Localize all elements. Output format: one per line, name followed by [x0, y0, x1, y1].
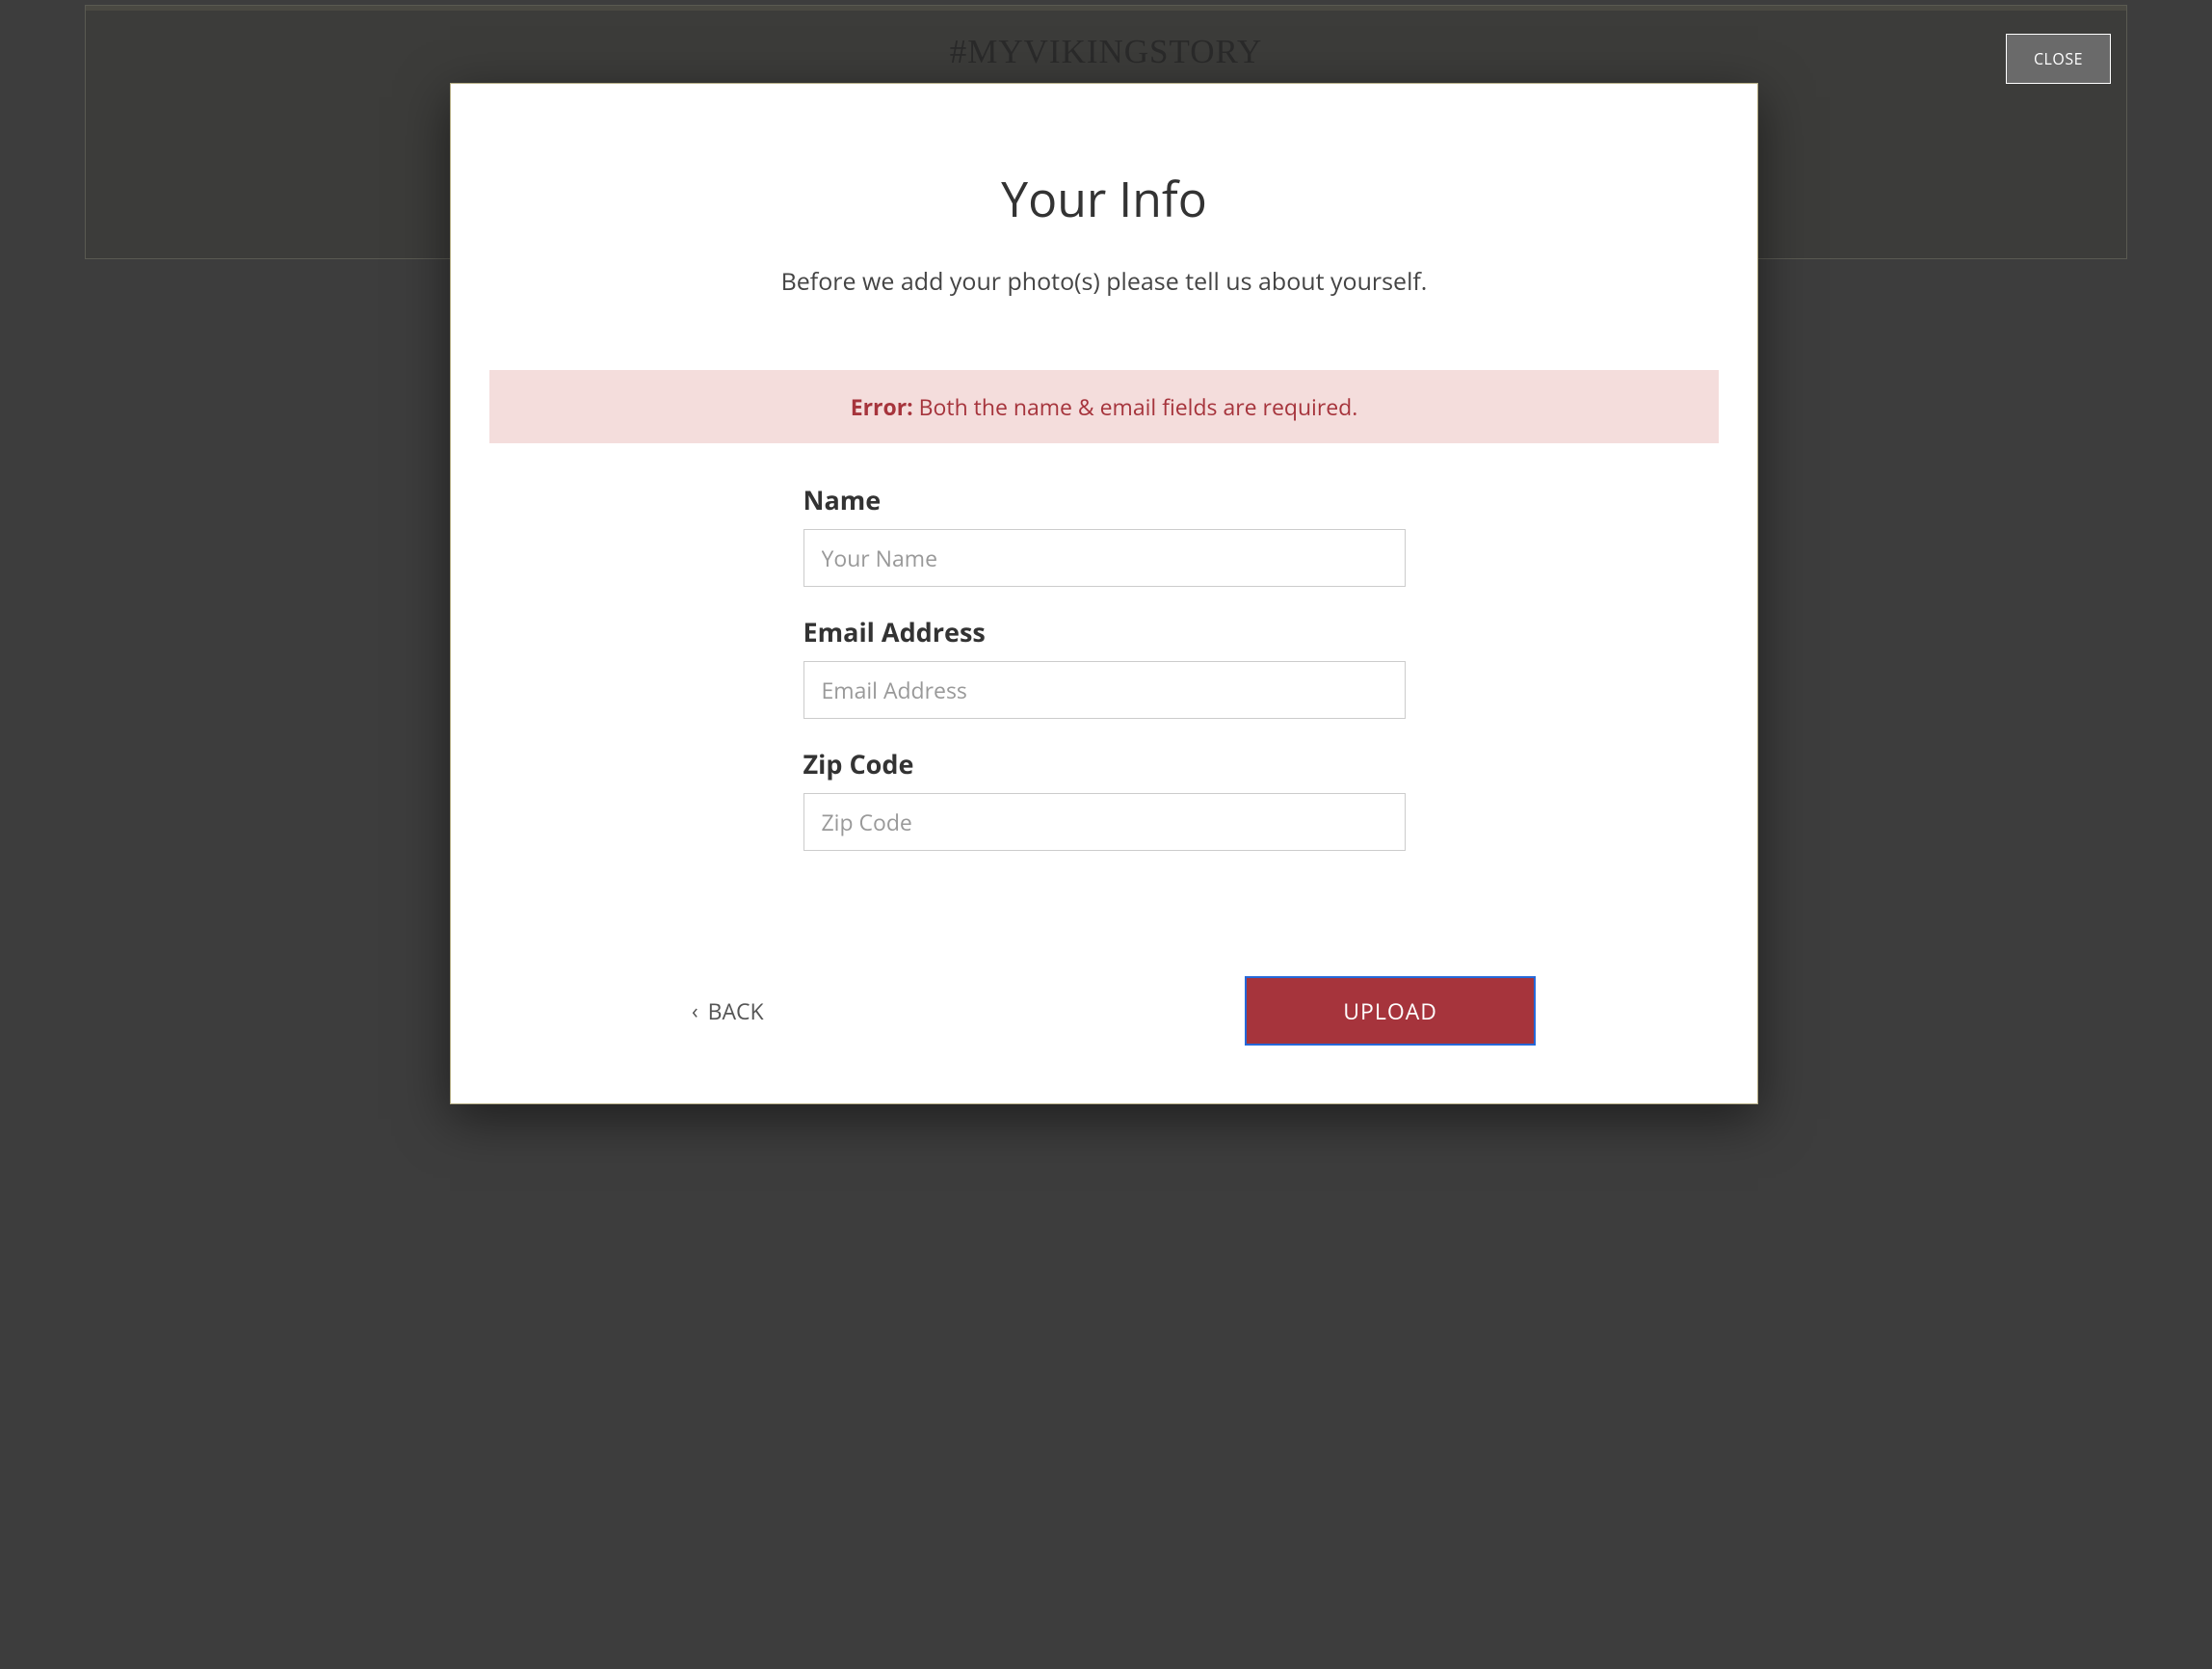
modal-overlay: CLOSE Your Info Before we add your photo…	[0, 0, 2212, 1669]
name-label: Name	[803, 482, 1406, 517]
modal-footer: ‹ BACK UPLOAD	[489, 976, 1719, 1046]
error-message: Both the name & email fields are require…	[913, 391, 1358, 422]
name-input[interactable]	[803, 529, 1406, 587]
email-input[interactable]	[803, 661, 1406, 719]
chevron-left-icon: ‹	[692, 1000, 698, 1021]
zip-label: Zip Code	[803, 746, 1406, 782]
email-label: Email Address	[803, 614, 1406, 649]
form-wrapper: Name Email Address Zip Code	[803, 482, 1406, 851]
email-form-group: Email Address	[803, 614, 1406, 719]
back-button-label: BACK	[708, 995, 764, 1026]
zip-form-group: Zip Code	[803, 746, 1406, 851]
modal-title: Your Info	[489, 166, 1719, 231]
upload-button[interactable]: UPLOAD	[1245, 976, 1536, 1046]
your-info-modal: Your Info Before we add your photo(s) pl…	[450, 83, 1758, 1104]
name-form-group: Name	[803, 482, 1406, 587]
error-banner: Error: Both the name & email fields are …	[489, 370, 1719, 443]
close-button[interactable]: CLOSE	[2006, 34, 2111, 84]
error-label: Error:	[851, 391, 913, 422]
back-button[interactable]: ‹ BACK	[692, 995, 764, 1026]
modal-subtitle: Before we add your photo(s) please tell …	[489, 265, 1719, 298]
zip-input[interactable]	[803, 793, 1406, 851]
